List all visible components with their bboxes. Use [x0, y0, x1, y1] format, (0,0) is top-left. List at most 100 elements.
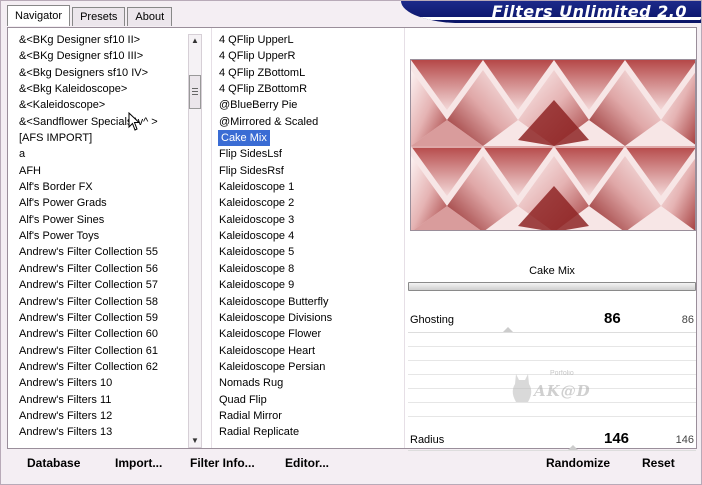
- filter-item[interactable]: Kaleidoscope 5: [218, 244, 404, 260]
- filter-item[interactable]: 4 QFlip ZBottomR: [218, 81, 404, 97]
- filter-item[interactable]: Kaleidoscope Divisions: [218, 310, 404, 326]
- filter-item[interactable]: Radial Mirror: [218, 408, 404, 424]
- filter-item[interactable]: 4 QFlip UpperL: [218, 32, 404, 48]
- slider-thumb-icon[interactable]: [568, 445, 578, 450]
- param-max: 146: [675, 434, 694, 446]
- filter-item[interactable]: Radial Replicate: [218, 424, 404, 440]
- logo-text: AK@D: [534, 382, 591, 400]
- category-item[interactable]: &<BKg Designer sf10 II>: [18, 32, 190, 48]
- tab-about[interactable]: About: [127, 7, 173, 26]
- filter-item[interactable]: Flip SidesRsf: [218, 163, 404, 179]
- filter-info-button[interactable]: Filter Info...: [190, 456, 255, 470]
- category-list[interactable]: &<BKg Designer sf10 II> &<BKg Designer sf…: [18, 32, 190, 446]
- category-item[interactable]: Alf's Power Sines: [18, 212, 190, 228]
- filter-item[interactable]: Kaleidoscope 1: [218, 179, 404, 195]
- filters-unlimited-window: Navigator Presets About Filters Unlimite…: [0, 0, 702, 485]
- tab-navigator[interactable]: Navigator: [7, 5, 71, 26]
- param-radius[interactable]: Radius 146 146: [408, 430, 696, 450]
- filter-item[interactable]: Kaleidoscope 3: [218, 212, 404, 228]
- ghosting-slider[interactable]: [408, 327, 696, 333]
- filter-item[interactable]: Kaleidoscope 2: [218, 195, 404, 211]
- logo-small-text: Porfolio: [550, 370, 574, 377]
- category-item[interactable]: Andrew's Filter Collection 57: [18, 277, 190, 293]
- category-item[interactable]: &<Bkg Designers sf10 IV>: [18, 65, 190, 81]
- category-item[interactable]: Andrew's Filter Collection 56: [18, 261, 190, 277]
- preview-image: [410, 59, 696, 231]
- filter-item[interactable]: Kaleidoscope Flower: [218, 326, 404, 342]
- scroll-down-icon[interactable]: ▼: [189, 435, 201, 447]
- filter-item[interactable]: @BlueBerry Pie: [218, 97, 404, 113]
- filter-item-label: Kaleidoscope 4: [219, 230, 295, 243]
- editor-button[interactable]: Editor...: [285, 456, 329, 470]
- category-item[interactable]: &<Kaleidoscope>: [18, 97, 190, 113]
- scroll-thumb[interactable]: [189, 75, 201, 109]
- filter-item[interactable]: 4 QFlip ZBottomL: [218, 65, 404, 81]
- filter-item[interactable]: Quad Flip: [218, 392, 404, 408]
- category-item[interactable]: Andrew's Filters 11: [18, 392, 190, 408]
- filter-item-label: Radial Replicate: [219, 426, 300, 439]
- filter-item-label: 4 QFlip UpperL: [219, 34, 294, 46]
- category-item[interactable]: Andrew's Filter Collection 55: [18, 244, 190, 260]
- category-item[interactable]: Andrew's Filters 13: [18, 424, 190, 440]
- filter-item-label: Kaleidoscope Divisions: [219, 311, 333, 324]
- progress-bar: [408, 282, 696, 291]
- filter-item-label: Kaleidoscope 1: [219, 181, 295, 194]
- category-item[interactable]: Alf's Power Toys: [18, 228, 190, 244]
- parameters-area: Ghosting 86 86 Porfolio AK@D Radius 146 …: [408, 308, 696, 451]
- category-item[interactable]: &<Sandflower Specials^v^ >: [18, 114, 190, 130]
- category-item[interactable]: Andrew's Filter Collection 62: [18, 359, 190, 375]
- filter-item-label: Kaleidoscope Heart: [219, 344, 316, 357]
- category-item[interactable]: &<Bkg Kaleidoscope>: [18, 81, 190, 97]
- empty-param-line: [408, 360, 696, 361]
- category-item[interactable]: Alf's Power Grads: [18, 195, 190, 211]
- param-value: 86: [604, 310, 621, 327]
- bottom-toolbar: Database Import... Filter Info... Editor…: [7, 451, 697, 479]
- filter-item[interactable]: Kaleidoscope Butterfly: [218, 294, 404, 310]
- category-item[interactable]: Andrew's Filter Collection 59: [18, 310, 190, 326]
- filter-item-label: Kaleidoscope 2: [219, 197, 295, 210]
- category-item[interactable]: Andrew's Filters 12: [18, 408, 190, 424]
- category-item[interactable]: Alf's Border FX: [18, 179, 190, 195]
- grip-line: [192, 94, 198, 95]
- reset-button[interactable]: Reset: [642, 456, 675, 470]
- category-item[interactable]: AFH: [18, 163, 190, 179]
- filter-item-label: 4 QFlip ZBottomL: [219, 66, 306, 79]
- category-item[interactable]: a: [18, 146, 190, 162]
- app-title: Filters Unlimited 2.0: [491, 2, 687, 21]
- filter-list[interactable]: 4 QFlip UpperL 4 QFlip UpperR 4 QFlip ZBot…: [218, 32, 404, 446]
- category-item[interactable]: Andrew's Filter Collection 60: [18, 326, 190, 342]
- filter-item-label: Flip SidesRsf: [219, 164, 284, 177]
- category-scrollbar[interactable]: ▲ ▼: [188, 34, 202, 448]
- filter-item[interactable]: @Mirrored & Scaled: [218, 114, 404, 130]
- category-item[interactable]: Andrew's Filters 10: [18, 375, 190, 391]
- akad-logo: Porfolio AK@D: [508, 368, 591, 408]
- filter-item-label: @BlueBerry Pie: [219, 99, 298, 112]
- filter-item[interactable]: Nomads Rug: [218, 375, 404, 391]
- list-divider: [404, 28, 405, 448]
- filter-item-label: Radial Mirror: [219, 409, 282, 422]
- slider-thumb-icon[interactable]: [503, 327, 513, 332]
- filter-item[interactable]: Kaleidoscope 8: [218, 261, 404, 277]
- filter-item[interactable]: Kaleidoscope 4: [218, 228, 404, 244]
- category-item[interactable]: Andrew's Filter Collection 58: [18, 294, 190, 310]
- filter-item-label: Kaleidoscope Flower: [219, 328, 322, 341]
- database-button[interactable]: Database: [27, 456, 80, 470]
- filter-item-label: Quad Flip: [219, 393, 267, 406]
- param-ghosting[interactable]: Ghosting 86 86: [408, 310, 696, 330]
- filter-item-label: @Mirrored & Scaled: [219, 115, 319, 128]
- category-item[interactable]: [AFS IMPORT]: [18, 130, 190, 146]
- scroll-up-icon[interactable]: ▲: [189, 35, 201, 47]
- filter-item-label: 4 QFlip UpperR: [219, 50, 296, 63]
- filter-item[interactable]: Kaleidoscope Persian: [218, 359, 404, 375]
- filter-item[interactable]: Kaleidoscope 9: [218, 277, 404, 293]
- import-button[interactable]: Import...: [115, 456, 162, 470]
- tab-presets[interactable]: Presets: [72, 7, 126, 26]
- filter-item[interactable]: Cake Mix: [218, 130, 404, 147]
- filter-item[interactable]: 4 QFlip UpperR: [218, 48, 404, 64]
- randomize-button[interactable]: Randomize: [546, 456, 610, 470]
- filter-item[interactable]: Kaleidoscope Heart: [218, 343, 404, 359]
- param-label: Radius: [410, 434, 445, 446]
- filter-item[interactable]: Flip SidesLsf: [218, 146, 404, 162]
- category-item[interactable]: Andrew's Filter Collection 61: [18, 343, 190, 359]
- category-item[interactable]: &<BKg Designer sf10 III>: [18, 48, 190, 64]
